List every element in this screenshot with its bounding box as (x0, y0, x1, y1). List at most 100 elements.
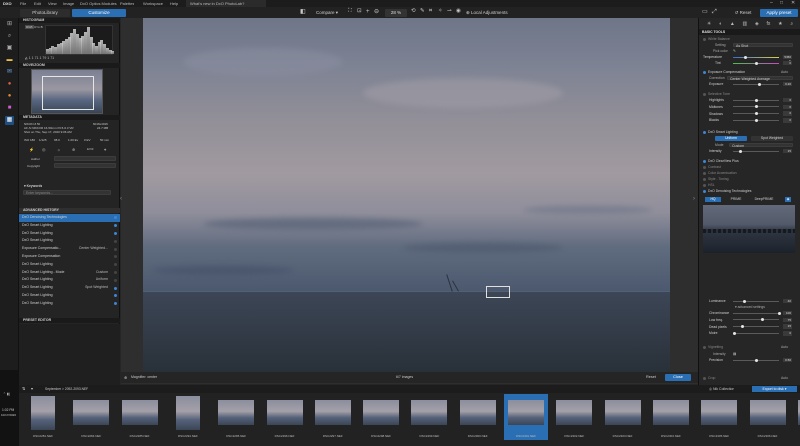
author-field[interactable] (54, 156, 116, 161)
filmstrip-thumbnail[interactable]: DSC2306.NEF (746, 394, 790, 440)
color-tab-icon[interactable]: ◐ (719, 21, 722, 28)
luminance-slider[interactable] (733, 300, 779, 302)
history-item[interactable]: DxO Denoising Technologies (19, 214, 120, 222)
channel-b[interactable]: B (41, 25, 43, 29)
toggle-icon[interactable] (703, 92, 706, 96)
slider-track[interactable] (733, 326, 779, 328)
tint-knob[interactable] (755, 61, 758, 65)
filmstrip-thumbnail[interactable]: DSC2305.NEF (697, 394, 741, 440)
zoom-out-icon[interactable]: ⊖ (374, 9, 379, 15)
apply-preset-button[interactable]: Apply preset (760, 8, 798, 17)
effects-tab-icon[interactable]: fx (767, 21, 771, 28)
luminance-knob[interactable] (743, 299, 746, 303)
favorites-tab-icon[interactable]: ★ (778, 21, 782, 28)
folder-icon[interactable]: ▬ (5, 56, 14, 65)
filmstrip-thumbnail[interactable]: DSC2295.NEF (214, 394, 258, 440)
viewer-close-button[interactable]: Close (665, 374, 691, 381)
history-bookmark-icon[interactable] (114, 286, 117, 290)
precision-knob[interactable] (755, 358, 758, 362)
keywords-input[interactable]: Enter keywords... (23, 190, 111, 195)
menu-view[interactable]: View (48, 0, 57, 7)
document-tab[interactable]: What's new in DxO PhotoLab? (186, 0, 266, 7)
exposure-slider[interactable] (733, 83, 779, 85)
toggle-icon[interactable] (703, 183, 706, 187)
slider-value[interactable]: 0 (783, 118, 792, 123)
history-bookmark-icon[interactable] (114, 239, 117, 243)
history-item[interactable]: DxO Smart Lighting Uniform (19, 276, 120, 284)
zoom-fit-icon[interactable]: ⊡ (357, 8, 362, 15)
firefox-icon[interactable]: ● (5, 92, 14, 101)
correction-select[interactable]: Center Weighted Average (727, 75, 793, 81)
mail-icon[interactable]: ✉ (5, 68, 14, 77)
basic-tools-header[interactable]: BASIC TOOLS (699, 29, 800, 35)
filmstrip-thumbnail[interactable]: DSC2296.NEF (263, 394, 307, 440)
repair-icon[interactable]: ✧ (438, 8, 443, 15)
slider-value[interactable]: 0 (783, 104, 792, 110)
temperature-value[interactable]: 5450 K (783, 54, 792, 63)
advanced-history-header[interactable]: ADVANCED HISTORY (19, 208, 120, 213)
local-tab-icon[interactable]: ◈ (755, 21, 759, 28)
toggle-icon[interactable] (703, 165, 706, 169)
close-window-icon[interactable]: ✕ (791, 0, 795, 7)
highlight-clipping-icon[interactable]: ◭ (25, 56, 28, 60)
navigator-frame[interactable] (42, 76, 94, 110)
local-adjustments-button[interactable]: ⊕ Local Adjustments (464, 9, 524, 17)
history-bookmark-icon[interactable] (114, 231, 117, 235)
magnifier-label[interactable]: Magnifier: center (131, 374, 157, 381)
filmstrip-thumbnail[interactable]: DSC2303.NEF (601, 394, 645, 440)
split-view-icon[interactable]: ◧ (300, 9, 306, 15)
search-icon[interactable]: ⌕ (5, 32, 14, 41)
slider-knob[interactable] (755, 112, 758, 116)
history-item[interactable]: DxO Smart Lighting (19, 237, 120, 245)
reset-button[interactable]: ↺ Reset (730, 9, 756, 17)
toggle-icon[interactable] (703, 130, 706, 134)
sl-uniform-button[interactable]: Uniform (715, 135, 747, 141)
denoise-prime-button[interactable]: PRIME (725, 197, 747, 202)
filmstrip-thumbnail[interactable]: DSC2307.NEF (794, 394, 800, 440)
wb-setting-select[interactable]: As Shot (733, 42, 793, 48)
loupe-selection-box[interactable] (486, 286, 510, 298)
slider-knob[interactable] (741, 325, 744, 329)
metadata-header[interactable]: METADATA (19, 115, 120, 120)
filmstrip-thumbnail[interactable]: DSC2302.NEF (552, 394, 596, 440)
eye-icon[interactable]: ◉ (456, 8, 461, 15)
denoise-hq-button[interactable]: HQ (705, 197, 721, 202)
detail-tab-icon[interactable]: ▲ (730, 21, 735, 28)
history-item[interactable]: DxO Smart Lighting (19, 300, 120, 308)
history-item[interactable]: DxO Smart Lighting - Mode Custom (19, 269, 120, 277)
slider-knob[interactable] (778, 311, 781, 315)
menu-image[interactable]: Image (63, 0, 74, 7)
history-item[interactable]: Exposure Compensation (19, 253, 120, 261)
collapse-left-icon[interactable]: ‹ (120, 196, 122, 202)
exposure-knob[interactable] (758, 82, 761, 86)
filmstrip-thumbnail[interactable]: DSC2284.NEF (69, 394, 113, 440)
crop-header[interactable]: Crop Auto (703, 375, 797, 381)
toggle-icon[interactable] (703, 189, 706, 193)
nik-collection-button[interactable]: ◎ Nik Collection (709, 385, 734, 393)
viewer-reset-button[interactable]: Reset (641, 374, 661, 381)
history-bookmark-icon[interactable] (114, 247, 117, 251)
channel-g[interactable]: G (37, 25, 39, 29)
slider-knob[interactable] (733, 331, 736, 335)
keywords-label[interactable]: ▾ Keywords (24, 184, 42, 188)
toggle-icon[interactable] (703, 37, 706, 41)
slider-value[interactable]: 15 (783, 324, 792, 329)
navigator-thumbnail[interactable] (31, 69, 103, 114)
menu-palettes[interactable]: Palettes (120, 0, 134, 7)
histogram-header[interactable]: HISTOGRAM (19, 18, 120, 23)
menu-edit[interactable]: Edit (34, 0, 41, 7)
menu-optics-modules[interactable]: DxO Optics Modules (80, 0, 117, 7)
preset-editor-header[interactable]: PRESET EDITOR (19, 318, 120, 323)
slider-track[interactable] (733, 319, 779, 321)
history-bookmark-icon[interactable] (114, 270, 117, 274)
slider-value[interactable]: 75 (783, 317, 792, 323)
slider-track[interactable] (733, 312, 779, 314)
temperature-slider[interactable] (733, 56, 779, 58)
zoom-in-icon[interactable]: + (366, 9, 370, 15)
toggle-icon[interactable] (703, 70, 706, 74)
zoom-select[interactable]: 28 % (385, 8, 407, 17)
history-bookmark-icon[interactable] (114, 294, 117, 298)
toggle-panels-icon[interactable]: ▭ (702, 9, 708, 15)
search-tools-icon[interactable]: ⌕ (790, 21, 793, 28)
channel-rgb[interactable]: RGB (25, 25, 34, 29)
